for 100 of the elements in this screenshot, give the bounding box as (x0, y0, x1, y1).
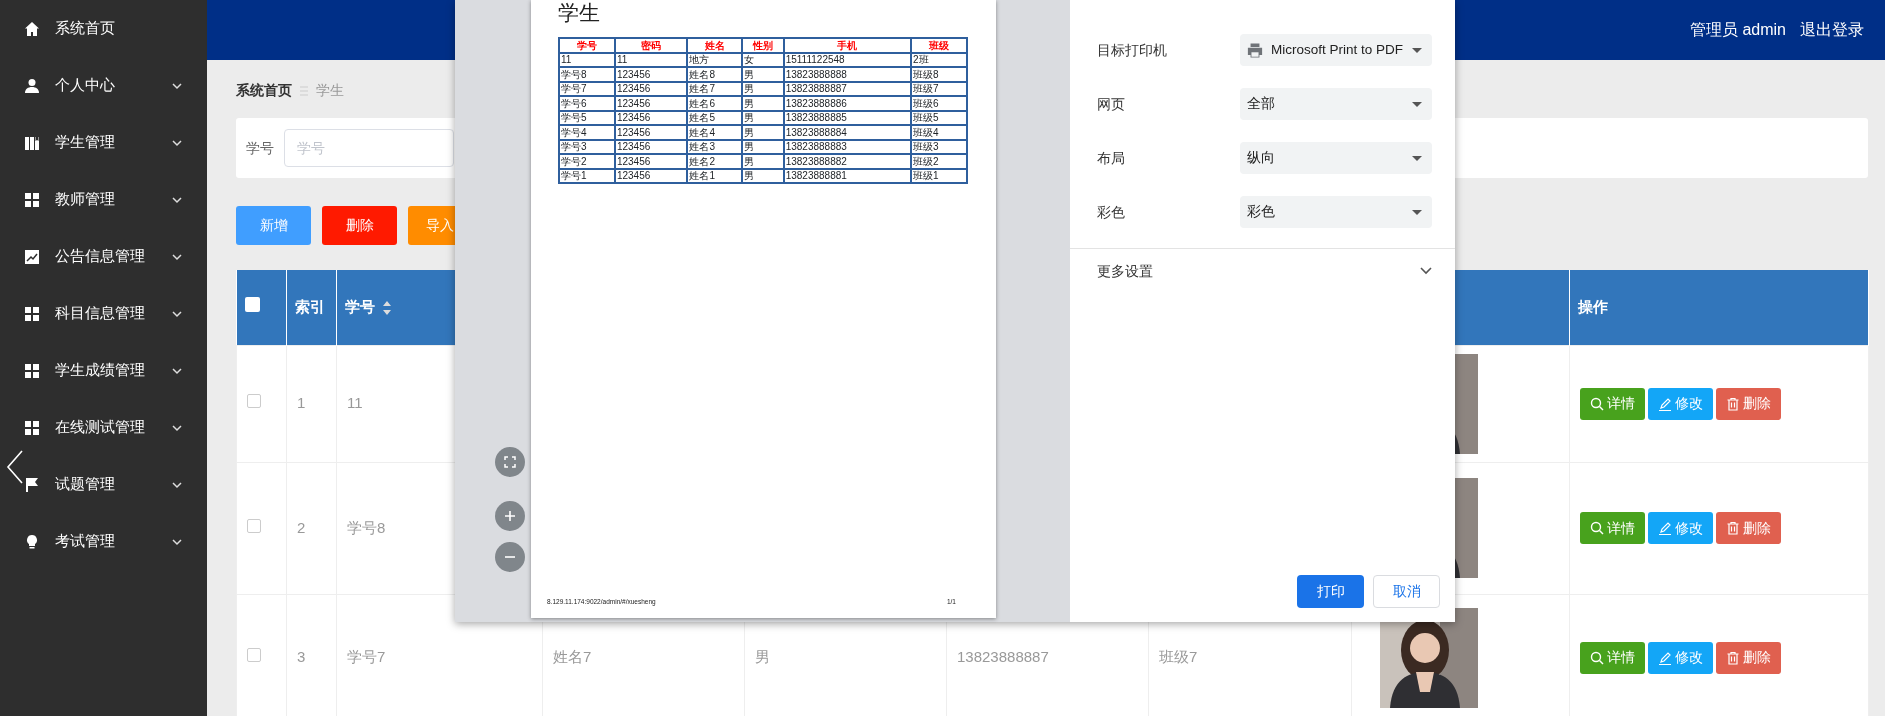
row-checkbox[interactable] (247, 518, 261, 533)
table-cell: 11 (614, 52, 688, 67)
user-label: 管理员 admin (1689, 20, 1786, 40)
table-cell: 学号4 (559, 125, 615, 140)
table-cell: 男 (755, 648, 770, 666)
table-cell: 姓名1 (687, 168, 743, 183)
table-cell: 2 (297, 518, 306, 536)
table-cell: 班级3 (911, 139, 967, 154)
collapse-icon[interactable] (6, 450, 24, 484)
table-cell: 13823888886 (783, 96, 912, 111)
search-icon (1590, 396, 1604, 411)
breadcrumb-item[interactable]: 系统首页 (236, 80, 292, 101)
sidebar-item[interactable]: 公告信息管理 (0, 228, 207, 285)
trash-icon (1726, 650, 1740, 665)
table-cell: 13823888887 (783, 81, 912, 96)
table-cell: 姓名3 (687, 139, 743, 154)
setting-dropdown[interactable]: 全部 (1240, 88, 1432, 120)
delete-button[interactable]: 删除 (1716, 641, 1781, 674)
logout-link[interactable]: 退出登录 (1800, 18, 1864, 42)
delete-button[interactable]: 删除 (322, 205, 397, 245)
trash-icon (1726, 396, 1740, 411)
sidebar-item[interactable]: 系统首页 (0, 0, 207, 57)
table-cell: 姓名8 (687, 67, 743, 82)
table-cell: 班级1 (911, 168, 967, 183)
table-cell: 123456 (614, 139, 688, 154)
sidebar-item[interactable]: 学生管理 (0, 114, 207, 171)
table-cell: 姓名7 (687, 81, 743, 96)
search-label: 学号 (246, 138, 274, 158)
table-cell: 15111122548 (783, 52, 912, 67)
table-cell: 123456 (614, 96, 688, 111)
table-cell: 123456 (614, 154, 688, 169)
more-settings-toggle[interactable]: 更多设置 (1070, 248, 1455, 293)
home-icon (24, 20, 40, 37)
table-cell: 班级7 (1159, 648, 1198, 666)
expand-icon (504, 456, 516, 468)
search-field[interactable]: 学号 (284, 129, 454, 167)
zoom-in-button[interactable] (495, 501, 525, 531)
column-header: 手机 (783, 38, 912, 53)
book-icon (24, 134, 40, 151)
table-cell: 学号6 (559, 96, 615, 111)
table-cell: 姓名7 (553, 648, 592, 666)
table-cell: 123456 (614, 125, 688, 140)
table-cell: 男 (742, 168, 784, 183)
column-header: 操作 (1578, 298, 1608, 315)
search-icon (1590, 650, 1604, 665)
table-cell: 11 (347, 394, 363, 412)
pencil-icon (1658, 521, 1672, 535)
setting-dropdown[interactable]: 彩色 (1240, 196, 1432, 228)
table-cell: 男 (742, 110, 784, 125)
pencil-icon (1658, 650, 1672, 665)
delete-button[interactable]: 删除 (1716, 512, 1781, 544)
column-header: 学号 (559, 38, 615, 53)
sidebar-item[interactable]: 教师管理 (0, 171, 207, 228)
table-cell: 13823888885 (783, 110, 912, 125)
grid-icon (24, 362, 40, 379)
table-cell: 123456 (614, 67, 688, 82)
delete-button[interactable]: 删除 (1716, 387, 1781, 420)
setting-dropdown[interactable]: Microsoft Print to PDF (1240, 34, 1432, 66)
fit-page-button[interactable] (495, 447, 525, 477)
pencil-icon (1658, 396, 1672, 411)
table-cell: 学号3 (559, 139, 615, 154)
table-cell: 女 (742, 52, 784, 67)
table-cell: 123456 (614, 168, 688, 183)
chevron-icon (1420, 267, 1432, 275)
table-cell: 班级2 (911, 154, 967, 169)
zoom-in-icon (504, 510, 516, 522)
table-cell: 学号5 (559, 110, 615, 125)
row-checkbox[interactable] (247, 648, 261, 663)
table-cell: 男 (742, 154, 784, 169)
table-cell: 地方 (687, 52, 743, 67)
zoom-out-button[interactable] (495, 542, 525, 572)
column-header[interactable]: 学号 (345, 298, 375, 315)
table-cell: 学号8 (559, 67, 615, 82)
sidebar-item[interactable]: 个人中心 (0, 57, 207, 114)
setting-dropdown[interactable]: 纵向 (1240, 142, 1432, 174)
table-cell: 13823888884 (783, 125, 912, 140)
chart-icon (24, 248, 40, 265)
caret-icon (1412, 47, 1422, 53)
table-cell: 姓名2 (687, 154, 743, 169)
sidebar-item[interactable]: 学生成绩管理 (0, 342, 207, 399)
column-header: 密码 (614, 38, 688, 53)
grid-icon (24, 305, 40, 322)
sidebar-item[interactable]: 在线测试管理 (0, 399, 207, 456)
table-cell: 姓名4 (687, 125, 743, 140)
sidebar-item[interactable]: 试题管理 (0, 456, 207, 513)
user-icon (24, 77, 40, 94)
table-cell: 13823888887 (957, 648, 1049, 666)
cancel-button[interactable]: 取消 (1373, 575, 1440, 608)
search-icon (1590, 521, 1604, 535)
print-button[interactable]: 打印 (1297, 575, 1364, 608)
sidebar-item[interactable]: 科目信息管理 (0, 285, 207, 342)
table-cell: 姓名5 (687, 110, 743, 125)
sidebar-item[interactable]: 考试管理 (0, 513, 207, 570)
table-cell: 男 (742, 96, 784, 111)
table-cell: 学号7 (347, 648, 386, 666)
select-all-checkbox[interactable] (244, 297, 260, 312)
column-header: 性别 (742, 38, 784, 53)
row-checkbox[interactable] (247, 394, 261, 409)
table-cell: 男 (742, 125, 784, 140)
table-cell: 男 (742, 67, 784, 82)
